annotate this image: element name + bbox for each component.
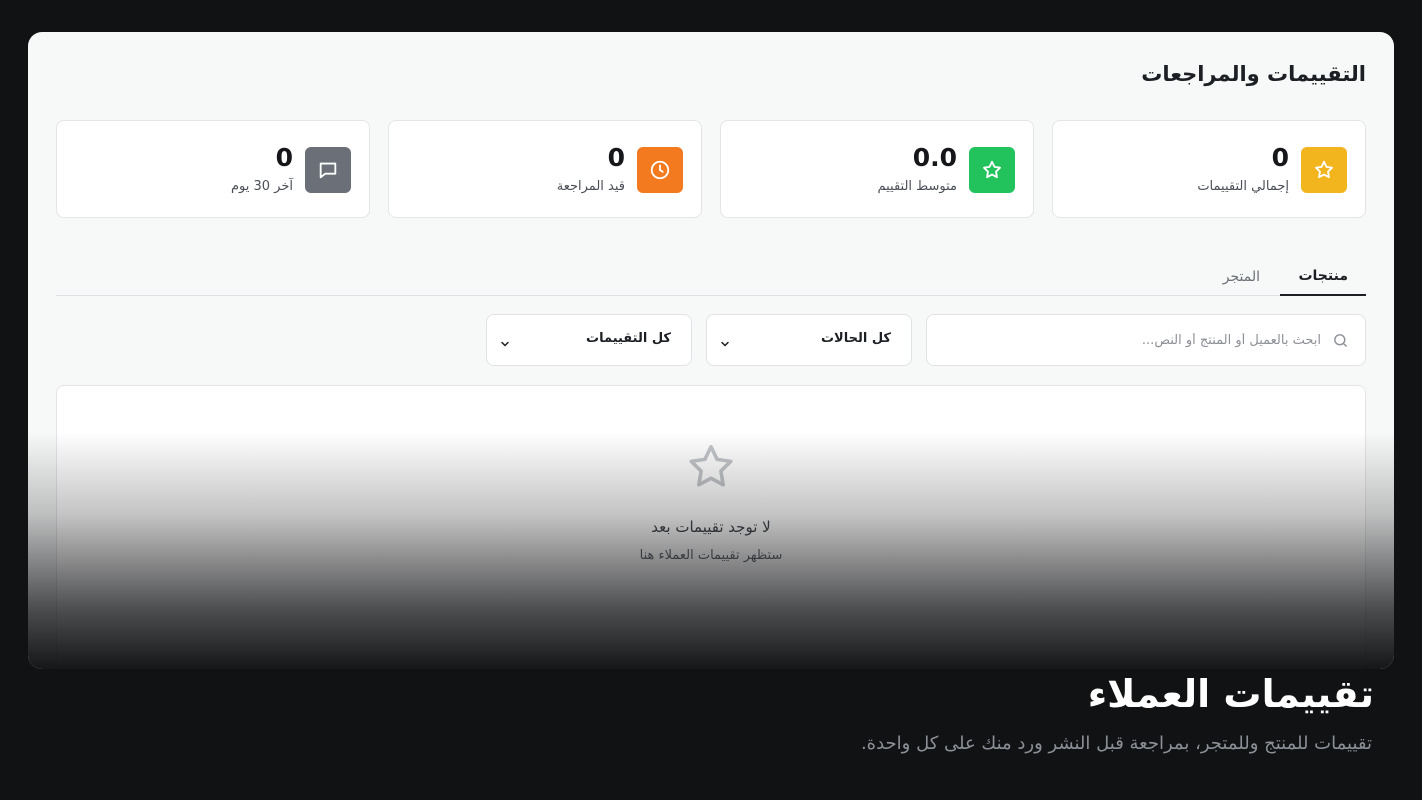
stat-label: آخر 30 يوم	[230, 179, 293, 194]
chevron-down-icon	[719, 335, 731, 354]
empty-state-title: لا توجد تقييمات بعد	[651, 518, 771, 536]
message-icon	[305, 147, 351, 193]
stat-value: 0	[1271, 143, 1289, 172]
filters-bar: كل الحالات كل التقييمات	[56, 314, 1366, 366]
stats-row: 0 إجمالي التقييمات 0.0 متوسط التقييم 0 ق…	[56, 120, 1366, 218]
star-icon	[1301, 147, 1347, 193]
status-filter-select[interactable]: كل الحالات	[706, 314, 912, 366]
stat-label: قيد المراجعة	[556, 179, 625, 194]
tabs: منتجات المتجر	[56, 252, 1366, 296]
tab-store[interactable]: المتجر	[1205, 258, 1278, 296]
reviews-panel: التقييمات والمراجعات 0 إجمالي التقييمات …	[28, 32, 1394, 669]
rating-filter-select[interactable]: كل التقييمات	[486, 314, 692, 366]
search-box	[926, 314, 1366, 366]
tab-products[interactable]: منتجات	[1280, 258, 1366, 296]
stat-card-total-reviews: 0 إجمالي التقييمات	[1052, 120, 1366, 218]
hero-subtitle: تقييمات للمنتج وللمتجر، بمراجعة قبل النش…	[860, 733, 1372, 754]
stat-card-last-30-days: 0 آخر 30 يوم	[56, 120, 370, 218]
page-title: التقييمات والمراجعات	[1141, 62, 1366, 86]
empty-state: لا توجد تقييمات بعد ستظهر تقييمات العملا…	[56, 385, 1366, 669]
stat-label: متوسط التقييم	[877, 179, 957, 194]
search-input[interactable]	[941, 315, 1321, 365]
stat-value: 0.0	[912, 143, 957, 172]
chevron-down-icon	[499, 335, 511, 354]
stat-card-average-rating: 0.0 متوسط التقييم	[720, 120, 1034, 218]
star-outline-icon	[684, 440, 738, 498]
stat-label: إجمالي التقييمات	[1197, 179, 1289, 194]
star-icon	[969, 147, 1015, 193]
clock-icon	[637, 147, 683, 193]
stat-card-pending-review: 0 قيد المراجعة	[388, 120, 702, 218]
empty-state-subtitle: ستظهر تقييمات العملاء هنا	[639, 548, 783, 563]
stat-value: 0	[275, 143, 293, 172]
status-filter-value: كل الحالات	[820, 331, 891, 346]
hero-title: تقييمات العملاء	[1087, 672, 1374, 716]
search-icon	[1332, 332, 1349, 353]
stat-value: 0	[607, 143, 625, 172]
rating-filter-value: كل التقييمات	[586, 331, 671, 346]
